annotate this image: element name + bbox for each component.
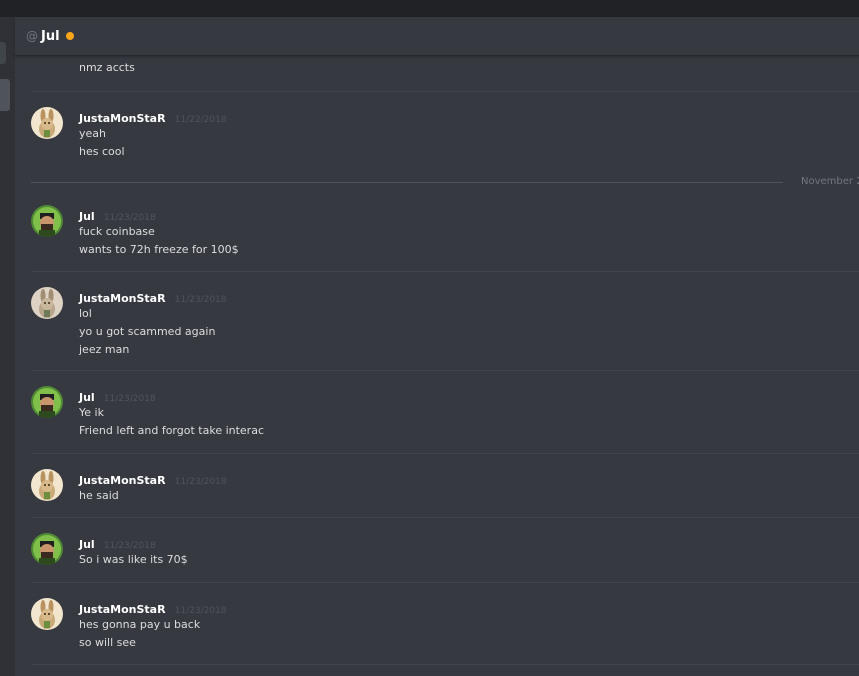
at-icon: @ xyxy=(26,29,38,43)
rabbit-avatar-icon xyxy=(31,287,63,319)
rabbit-avatar-icon xyxy=(31,598,63,630)
message-author[interactable]: JustaMonStaR xyxy=(79,474,166,487)
green-avatar-icon xyxy=(31,386,63,418)
green-avatar-icon xyxy=(31,533,63,565)
user-avatar[interactable] xyxy=(31,386,63,418)
message-divider xyxy=(31,370,859,371)
date-divider-line xyxy=(31,182,783,183)
message-timestamp: 11/23/2018 xyxy=(174,606,227,616)
message-line: yeah xyxy=(79,127,106,140)
message-line: hes cool xyxy=(79,145,125,158)
date-divider: November 2 xyxy=(31,176,859,188)
message-divider xyxy=(31,453,859,454)
message-author[interactable]: Jul xyxy=(79,391,95,404)
message-line: So i was like its 70$ xyxy=(79,553,188,566)
message-line: he said xyxy=(79,489,119,502)
message-author[interactable]: JustaMonStaR xyxy=(79,603,166,616)
user-avatar[interactable] xyxy=(31,107,63,139)
message-line: hes gonna pay u back xyxy=(79,618,201,631)
message-author[interactable]: JustaMonStaR xyxy=(79,112,166,125)
user-avatar[interactable] xyxy=(31,598,63,630)
message-author[interactable]: Jul xyxy=(79,210,95,223)
message-line: nmz accts xyxy=(79,61,135,74)
dm-recipient-name[interactable]: Jul xyxy=(41,29,60,44)
user-avatar[interactable] xyxy=(31,205,63,237)
message-divider xyxy=(31,582,859,583)
message-list[interactable]: nmz accts JustaMonStaR 11/22/2018 yeah h… xyxy=(15,56,859,676)
rabbit-avatar-icon xyxy=(31,107,63,139)
rail-indicator[interactable] xyxy=(0,42,6,64)
message-divider xyxy=(31,517,859,518)
message-timestamp: 11/22/2018 xyxy=(174,115,227,125)
message-author[interactable]: Jul xyxy=(79,538,95,551)
green-avatar-icon xyxy=(31,205,63,237)
discord-dm-window: @ Jul nmz accts JustaMonStaR 11/22/2018 … xyxy=(0,0,859,676)
message-line: wants to 72h freeze for 100$ xyxy=(79,243,239,256)
message-line: Friend left and forgot take interac xyxy=(79,424,264,437)
message-line: lol xyxy=(79,307,92,320)
message-line: fuck coinbase xyxy=(79,225,155,238)
user-avatar[interactable] xyxy=(31,533,63,565)
message-timestamp: 11/23/2018 xyxy=(174,477,227,487)
date-divider-label: November 2 xyxy=(801,176,859,187)
message-line: so will see xyxy=(79,636,136,649)
message-line: Ye ik xyxy=(79,406,104,419)
message-divider xyxy=(31,271,859,272)
rabbit-avatar-icon xyxy=(31,469,63,501)
message-timestamp: 11/23/2018 xyxy=(103,213,156,223)
message-line: yo u got scammed again xyxy=(79,325,216,338)
idle-status-icon xyxy=(65,32,74,40)
message-timestamp: 11/23/2018 xyxy=(174,295,227,305)
message-divider xyxy=(31,664,859,665)
server-rail xyxy=(0,17,15,676)
message-divider xyxy=(31,91,859,92)
message-timestamp: 11/23/2018 xyxy=(103,394,156,404)
rail-selected-indicator[interactable] xyxy=(0,79,10,111)
user-avatar[interactable] xyxy=(31,469,63,501)
message-line: jeez man xyxy=(79,343,130,356)
message-timestamp: 11/23/2018 xyxy=(103,541,156,551)
channel-header: @ Jul xyxy=(15,17,859,56)
user-avatar[interactable] xyxy=(31,287,63,319)
message-author[interactable]: JustaMonStaR xyxy=(79,292,166,305)
title-bar xyxy=(0,0,859,17)
